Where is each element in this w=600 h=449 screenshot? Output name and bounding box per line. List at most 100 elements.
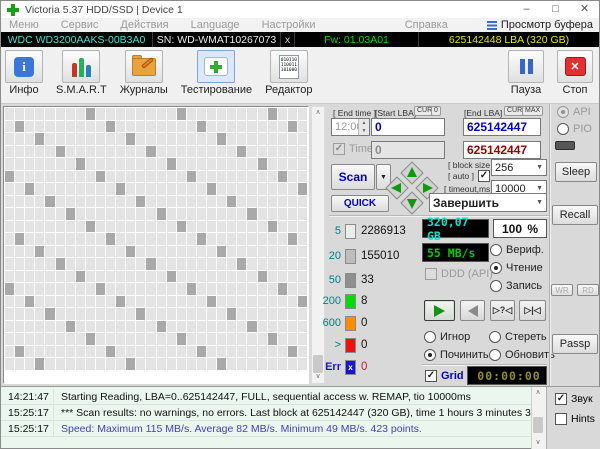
latency-row-200: 200 8 <box>322 293 368 309</box>
back-icon <box>467 304 478 317</box>
main-area: ∧ ∨ [ End time ] [Start LBA] CUR 0 [End … <box>1 104 599 386</box>
end-max-button[interactable]: MAX <box>522 106 544 116</box>
timer-check-icon <box>333 143 345 155</box>
buffer-view-button[interactable]: Просмотр буфера <box>486 19 593 31</box>
list-icon <box>486 20 497 30</box>
grid-checkbox[interactable]: Grid <box>425 370 464 382</box>
log-row[interactable]: 15:25:17 Speed: Maximum 115 MB/s. Averag… <box>1 420 531 437</box>
log-message: Starting Reading, LBA=0..625142447, FULL… <box>53 388 471 405</box>
start-lba-input[interactable]: 0 <box>371 118 445 136</box>
api-radio[interactable]: API <box>557 106 591 118</box>
remap-radio[interactable]: Починить <box>424 349 489 361</box>
close-button[interactable]: ✕ <box>570 1 599 18</box>
block-size-label: [ block size ] <box>448 160 495 170</box>
stop-x-icon: ✕ <box>564 57 586 76</box>
menu-main[interactable]: Меню <box>9 19 50 31</box>
stop-button[interactable]: ✕ Стоп <box>557 50 593 96</box>
title-bar: Victoria 5.37 HDD/SSD | Device 1 ‒ □ ✕ <box>1 1 599 18</box>
smart-button[interactable]: S.M.A.R.T <box>56 50 107 96</box>
ddd-api-checkbox[interactable]: DDD (API) <box>425 268 493 280</box>
log-panel: 14:21:47 Starting Reading, LBA=0..625142… <box>1 386 600 449</box>
end-lba-input[interactable]: 625142447 <box>463 118 541 136</box>
menu-language[interactable]: Language <box>180 19 251 31</box>
timer-end-input[interactable]: 625142447 <box>463 141 541 159</box>
menu-actions[interactable]: Действия <box>109 19 179 31</box>
app-window: Victoria 5.37 HDD/SSD | Device 1 ‒ □ ✕ М… <box>0 0 600 449</box>
log-row[interactable]: 14:21:47 Starting Reading, LBA=0..625142… <box>1 388 531 405</box>
editor-button[interactable]: 010110 110011 101000 Редактор <box>265 50 312 96</box>
minimize-button[interactable]: ‒ <box>512 1 541 18</box>
testing-button[interactable]: Тестирование <box>181 50 252 96</box>
speed-lcd: 55 MB/s <box>422 243 489 262</box>
log-time: 15:25:17 <box>8 422 49 435</box>
rd-button[interactable]: RD <box>577 284 599 296</box>
block-size-select[interactable]: 256 ▼ <box>491 159 547 176</box>
scroll-up-icon[interactable]: ∧ <box>312 107 324 119</box>
back-button[interactable] <box>460 300 485 321</box>
maximize-button[interactable]: □ <box>541 1 570 18</box>
journals-button[interactable]: Журналы <box>120 50 168 96</box>
end-time-spinner[interactable]: 12:00 ▲ ▼ <box>331 118 370 136</box>
auto-checkbox[interactable]: [ auto ] <box>448 170 490 182</box>
jump-button[interactable]: ▷|◁ <box>519 300 546 321</box>
passp-button[interactable]: Passp <box>552 334 598 354</box>
app-icon <box>7 3 19 16</box>
latency-swatch <box>345 293 356 309</box>
read-radio[interactable]: Чтение <box>490 262 543 274</box>
chevron-down-icon: ▼ <box>536 164 543 171</box>
device-capacity: 625142448 LBA (320 GB) <box>448 33 570 46</box>
capacity-lcd: 320,07 GB <box>422 215 489 243</box>
play-button[interactable] <box>424 300 455 321</box>
log-message: *** Scan results: no warnings, no errors… <box>53 404 531 421</box>
ignore-radio[interactable]: Игнор <box>424 331 470 343</box>
latency-row-20: 20 155010 <box>328 248 400 264</box>
retry-button[interactable]: ▷?◁ <box>490 300 515 321</box>
wr-button[interactable]: WR <box>551 284 573 296</box>
end-lba-label: [End LBA] <box>464 108 503 118</box>
sound-checkbox[interactable]: Звук <box>555 393 593 405</box>
start-zero-button[interactable]: 0 <box>431 106 441 116</box>
scroll-down-icon[interactable]: ∨ <box>532 437 544 449</box>
pio-radio[interactable]: PIO <box>557 123 592 135</box>
log-row[interactable]: 15:25:17 *** Scan results: no warnings, … <box>1 404 531 421</box>
error-x-icon: x <box>345 359 356 375</box>
log-time: 15:25:17 <box>8 406 49 419</box>
toolbar: i Инфо S.M.A.R.T Журналы Тестирование 01… <box>1 47 599 104</box>
recall-button[interactable]: Recall <box>552 205 598 225</box>
chevron-down-icon: ▼ <box>536 185 543 192</box>
radio-icon <box>489 349 501 361</box>
refresh-radio[interactable]: Обновить <box>489 349 555 361</box>
chevron-down-icon: ▼ <box>536 199 543 206</box>
log-scrollbar[interactable]: ∧ ∨ <box>531 387 546 449</box>
scroll-thumb[interactable] <box>533 417 543 433</box>
radio-icon <box>489 331 501 343</box>
radio-icon <box>557 123 569 135</box>
radio-icon <box>490 244 502 256</box>
scan-button[interactable]: Scan <box>331 164 375 190</box>
erase-radio[interactable]: Стереть <box>489 331 547 343</box>
sleep-button[interactable]: Sleep <box>555 162 597 182</box>
led-indicator <box>555 141 575 150</box>
timer-start-input[interactable]: 0 <box>371 141 445 159</box>
checkbox-icon <box>555 413 567 425</box>
info-button[interactable]: i Инфо <box>5 50 43 96</box>
latency-swatch <box>345 337 356 353</box>
latency-row-5: 5 2286913 <box>334 223 406 239</box>
log-side-panel: Звук Hints <box>546 387 600 449</box>
menu-settings[interactable]: Настройки <box>251 19 327 31</box>
spin-down-icon[interactable]: ▼ <box>359 127 369 135</box>
pause-button[interactable]: Пауза <box>508 50 544 96</box>
hints-checkbox[interactable]: Hints <box>555 413 595 425</box>
pause-icon <box>519 59 533 74</box>
scroll-up-icon[interactable]: ∧ <box>532 387 544 399</box>
quick-button[interactable]: QUICK <box>331 195 389 212</box>
end-time-label: [ End time ] <box>333 108 376 118</box>
spin-up-icon[interactable]: ▲ <box>359 119 369 127</box>
menu-help[interactable]: Справка <box>394 19 459 31</box>
checkbox-icon <box>425 370 437 382</box>
play-icon <box>434 304 445 317</box>
write-radio[interactable]: Запись <box>490 280 542 292</box>
verify-radio[interactable]: Вериф. <box>490 244 544 256</box>
end-action-select[interactable]: Завершить ▼ <box>429 193 547 212</box>
menu-service[interactable]: Сервис <box>50 19 110 31</box>
